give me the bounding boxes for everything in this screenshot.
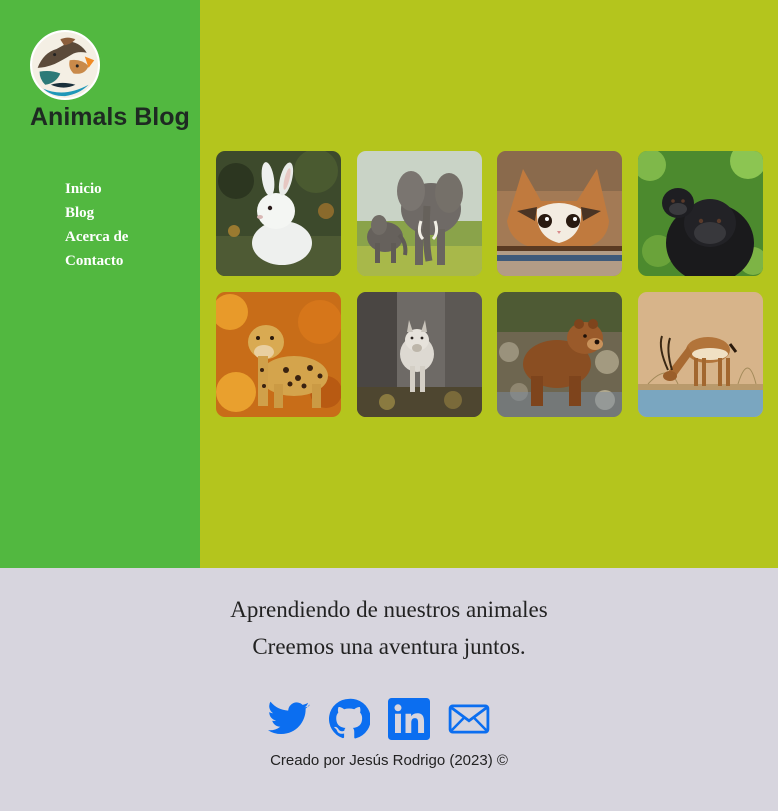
footer-tagline-2: Creemos una aventura juntos.	[252, 634, 526, 659]
footer-credit: Creado por Jesús Rodrigo (2023) ©	[270, 752, 508, 769]
gorilla-photo[interactable]	[638, 151, 763, 276]
rabbit-image	[216, 151, 341, 276]
linkedin-link[interactable]	[388, 698, 430, 740]
cat-photo[interactable]	[497, 151, 622, 276]
mail-link[interactable]	[448, 698, 490, 740]
github-icon	[328, 698, 370, 739]
page-top: Animals Blog Inicio Blog Acerca de Conta…	[0, 0, 778, 568]
main-content	[200, 0, 778, 568]
nav-item-acerca: Acerca de	[65, 226, 128, 250]
footer: Aprendiendo de nuestros animales Creemos…	[0, 568, 778, 811]
twitter-icon	[268, 701, 310, 735]
rabbit-photo[interactable]	[216, 151, 341, 276]
gazelle-photo[interactable]	[638, 292, 763, 417]
bear-image	[497, 292, 622, 417]
twitter-link[interactable]	[268, 698, 310, 740]
nav-item-inicio: Inicio	[65, 178, 128, 202]
gazelle-image	[638, 292, 763, 417]
elephant-photo[interactable]	[357, 151, 482, 276]
cat-image	[497, 151, 622, 276]
main-nav: Inicio Blog Acerca de Contacto	[65, 178, 128, 274]
wolf-photo[interactable]	[357, 292, 482, 417]
nav-link-contacto[interactable]: Contacto	[65, 253, 123, 269]
brand-title: Animals Blog	[30, 103, 190, 131]
linkedin-icon	[388, 698, 430, 740]
nav-link-blog[interactable]: Blog	[65, 205, 94, 221]
mail-icon	[448, 704, 490, 734]
github-link[interactable]	[328, 698, 370, 740]
nav-link-acerca[interactable]: Acerca de	[65, 229, 128, 245]
sidebar: Animals Blog Inicio Blog Acerca de Conta…	[0, 0, 200, 568]
logo[interactable]	[30, 30, 100, 100]
gorilla-image	[638, 151, 763, 276]
elephant-image	[357, 151, 482, 276]
logo-animals-icon	[32, 32, 98, 98]
nav-item-blog: Blog	[65, 202, 128, 226]
bear-photo[interactable]	[497, 292, 622, 417]
jaguar-photo[interactable]	[216, 292, 341, 417]
jaguar-image	[216, 292, 341, 417]
nav-link-inicio[interactable]: Inicio	[65, 181, 102, 197]
nav-item-contacto: Contacto	[65, 250, 128, 274]
wolf-image	[357, 292, 482, 417]
footer-tagline-1: Aprendiendo de nuestros animales	[230, 597, 548, 622]
